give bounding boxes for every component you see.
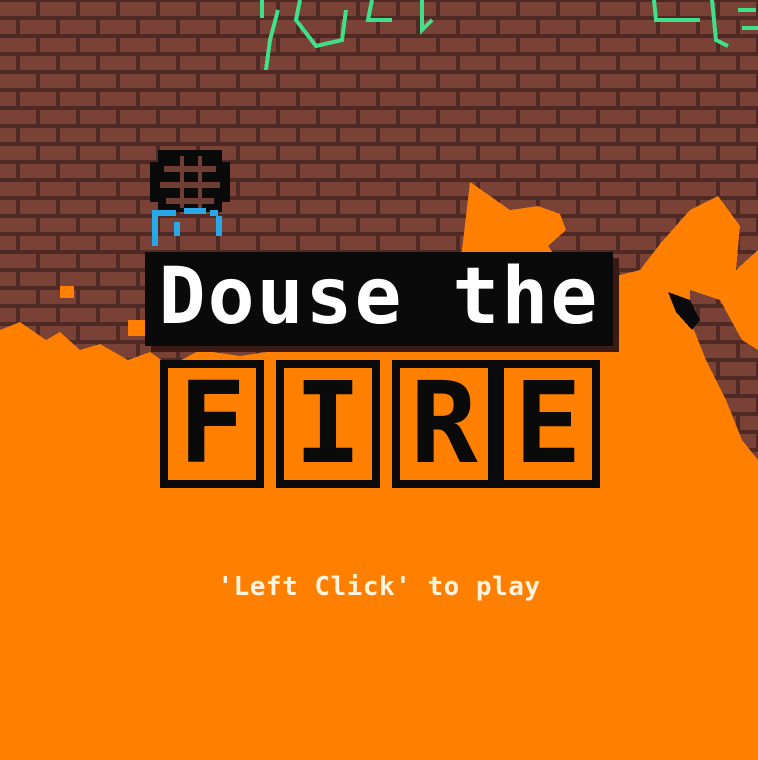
game-title-fire: F I R E: [0, 360, 758, 500]
start-prompt[interactable]: 'Left Click' to play: [0, 572, 758, 602]
sewer-grate-icon: [150, 150, 230, 212]
title-letter-r: R: [392, 360, 496, 488]
title-letter-e: E: [496, 360, 600, 488]
title-douse-the: Douse the: [144, 252, 614, 346]
game-title-top: Douse the: [0, 252, 758, 346]
title-letter-i: I: [276, 360, 380, 488]
title-letter-f: F: [160, 360, 264, 488]
